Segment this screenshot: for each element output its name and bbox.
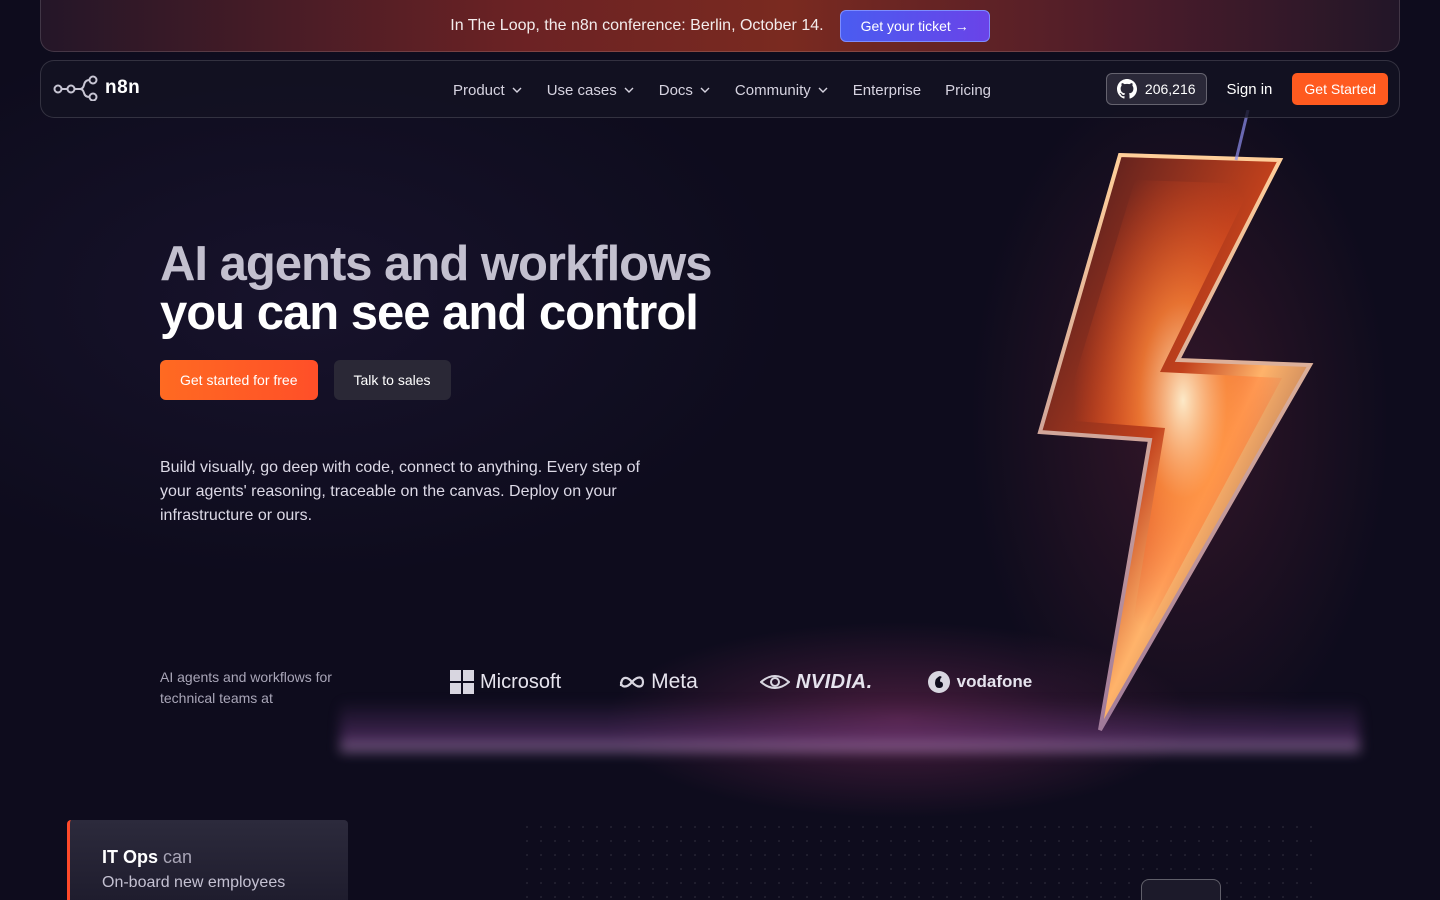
nav-docs[interactable]: Docs xyxy=(659,82,711,99)
nav-product-label: Product xyxy=(453,81,505,99)
hero-title-line1: AI agents and workflows xyxy=(160,237,712,291)
nav-enterprise[interactable]: Enterprise xyxy=(853,82,921,99)
meta-logo-text: Meta xyxy=(651,670,698,693)
customer-logos: Microsoft Meta NVIDIA. vodafone xyxy=(450,670,1032,694)
nav-pricing[interactable]: Pricing xyxy=(945,82,991,99)
main-navigation: n8n Product Use cases Docs Community Ent… xyxy=(40,60,1400,118)
nav-product[interactable]: Product xyxy=(453,82,523,99)
meta-logo: Meta xyxy=(619,670,698,694)
use-case-action: On-board new employees xyxy=(102,874,286,891)
use-case-verb: can xyxy=(163,847,193,867)
banner-text: In The Loop, the n8n conference: Berlin,… xyxy=(450,16,824,34)
n8n-logo[interactable]: n8n xyxy=(53,75,140,101)
use-case-role: IT Ops xyxy=(102,847,159,867)
hero-title: AI agents and workflows you can see and … xyxy=(160,237,712,340)
trust-text: AI agents and workflows for technical te… xyxy=(160,669,332,706)
chevron-down-icon xyxy=(700,87,710,93)
sign-in-link[interactable]: Sign in xyxy=(1219,81,1281,98)
chevron-down-icon xyxy=(818,87,828,93)
chevron-down-icon xyxy=(624,87,634,93)
announcement-banner: In The Loop, the n8n conference: Berlin,… xyxy=(40,0,1400,52)
get-started-button[interactable]: Get Started xyxy=(1292,73,1388,105)
lightning-bolt-illustration xyxy=(1037,110,1314,731)
get-ticket-button[interactable]: Get your ticket → xyxy=(839,9,990,42)
nav-use-cases-label: Use cases xyxy=(546,81,617,99)
nvidia-eye-icon xyxy=(759,675,790,689)
nvidia-logo-text: NVIDIA. xyxy=(795,670,873,693)
nav-links: Product Use cases Docs Community Enterpr… xyxy=(453,61,991,119)
nav-pricing-label: Pricing xyxy=(945,81,992,99)
talk-to-sales-button[interactable]: Talk to sales xyxy=(333,360,451,400)
nav-use-cases[interactable]: Use cases xyxy=(547,82,635,99)
vodafone-logo: vodafone xyxy=(927,670,1033,694)
nav-docs-label: Docs xyxy=(658,81,693,99)
logo-text: n8n xyxy=(105,77,141,98)
microsoft-icon xyxy=(450,670,474,694)
chevron-down-icon xyxy=(512,87,522,93)
hero-title-line2: you can see and control xyxy=(160,286,699,340)
hero-cta-group: Get started for free Talk to sales xyxy=(160,360,451,400)
hero-description: Build visually, go deep with code, conne… xyxy=(160,459,640,524)
nav-community[interactable]: Community xyxy=(735,82,829,99)
nvidia-logo: NVIDIA. xyxy=(759,670,873,694)
use-case-card[interactable]: IT Ops can On-board new employees xyxy=(67,820,348,900)
get-started-free-button[interactable]: Get started for free xyxy=(160,360,318,400)
microsoft-logo-text: Microsoft xyxy=(480,670,562,693)
canvas-node-preview xyxy=(1141,879,1221,900)
n8n-logo-icon xyxy=(53,75,98,101)
nav-actions: 206,216 Sign in Get Started xyxy=(1105,73,1388,105)
nav-enterprise-label: Enterprise xyxy=(852,81,922,99)
github-stars-button[interactable]: 206,216 xyxy=(1105,73,1207,105)
vodafone-logo-text: vodafone xyxy=(956,672,1033,691)
nav-community-label: Community xyxy=(734,81,811,99)
microsoft-logo: Microsoft xyxy=(450,670,561,694)
github-icon xyxy=(1116,79,1137,99)
use-case-heading: IT Ops can xyxy=(102,847,192,868)
github-star-count: 206,216 xyxy=(1144,81,1196,97)
vodafone-icon xyxy=(927,671,950,693)
meta-icon xyxy=(620,676,645,688)
